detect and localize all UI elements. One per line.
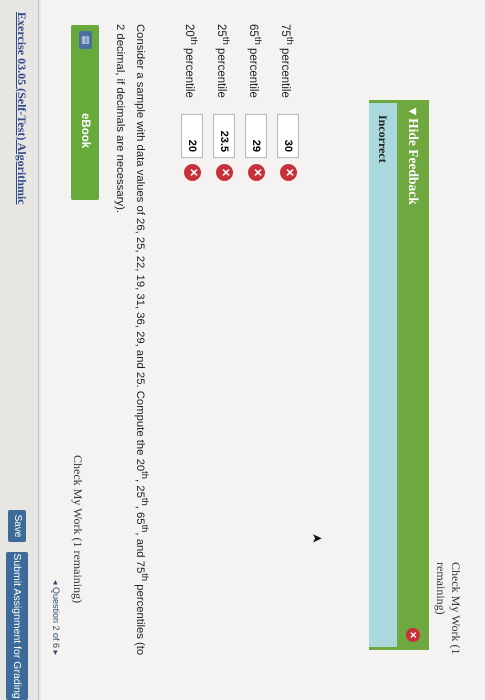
percentile-label: 20th percentile — [183, 24, 199, 98]
percentile-20-input[interactable]: 20 — [181, 114, 203, 158]
mouse-cursor-icon: ➤ — [311, 530, 323, 546]
hide-feedback-label[interactable]: ▾ Hide Feedback — [405, 108, 421, 205]
question-text-sep: , 25 — [134, 479, 147, 498]
percentile-label: 65th percentile — [247, 24, 263, 98]
save-button[interactable]: Save — [8, 510, 26, 542]
question-navigator[interactable]: ◂ Question 2 of 6 ▸ — [50, 580, 61, 655]
ebook-label: eBook — [79, 113, 91, 149]
title-divider — [38, 0, 39, 700]
percentile-label: 75th percentile — [279, 24, 295, 98]
incorrect-x-icon: ✕ — [248, 164, 265, 181]
percentile-75-input[interactable]: 30 — [277, 114, 299, 158]
percentile-row-20: 20th percentile 20 ✕ — [179, 24, 203, 264]
ordinal-suffix: th — [140, 497, 151, 506]
percentile-25-input[interactable]: 23.5 — [213, 114, 235, 158]
question-text-start: Consider a sample with data values of 26… — [134, 24, 147, 472]
question-text-sep: , 65 — [134, 505, 147, 525]
percentile-65-input[interactable]: 29 — [245, 114, 267, 158]
ordinal-suffix: th — [140, 573, 151, 582]
submit-assignment-button[interactable]: Submit Assignment for Grading — [6, 552, 28, 700]
ebook-button[interactable]: ▤ eBook — [71, 25, 99, 200]
incorrect-x-icon: ✕ — [184, 164, 201, 181]
percentile-row-25: 25th percentile 23.5 ✕ — [211, 24, 235, 264]
ordinal-suffix: th — [140, 471, 151, 480]
percentile-label: 25th percentile — [215, 24, 231, 98]
incorrect-x-icon: ✕ — [280, 164, 297, 181]
book-icon: ▤ — [79, 31, 92, 49]
close-icon[interactable]: ✕ — [406, 628, 420, 642]
check-my-work-link-top[interactable]: Check My Work (1 remaining) — [70, 455, 85, 603]
percentile-row-75: 75th percentile 30 ✕ — [275, 24, 299, 264]
exercise-title[interactable]: Exercise 03.05 (Self-Test) Algorithmic — [14, 12, 29, 205]
question-text: Consider a sample with data values of 26… — [110, 24, 155, 664]
percentile-row-65: 65th percentile 29 ✕ — [243, 24, 267, 264]
check-my-work-link-bottom[interactable]: Check My Work (1 remaining) — [433, 562, 463, 700]
assignment-page: Save Submit Assignment for Grading ◂ Que… — [0, 0, 485, 700]
feedback-toggle-bar[interactable]: ▾ Hide Feedback ✕ — [397, 100, 429, 650]
feedback-panel: Incorrect — [369, 100, 397, 650]
feedback-result: Incorrect — [376, 115, 390, 163]
question-text-sep: , and 75 — [134, 532, 147, 574]
incorrect-x-icon: ✕ — [216, 164, 233, 181]
